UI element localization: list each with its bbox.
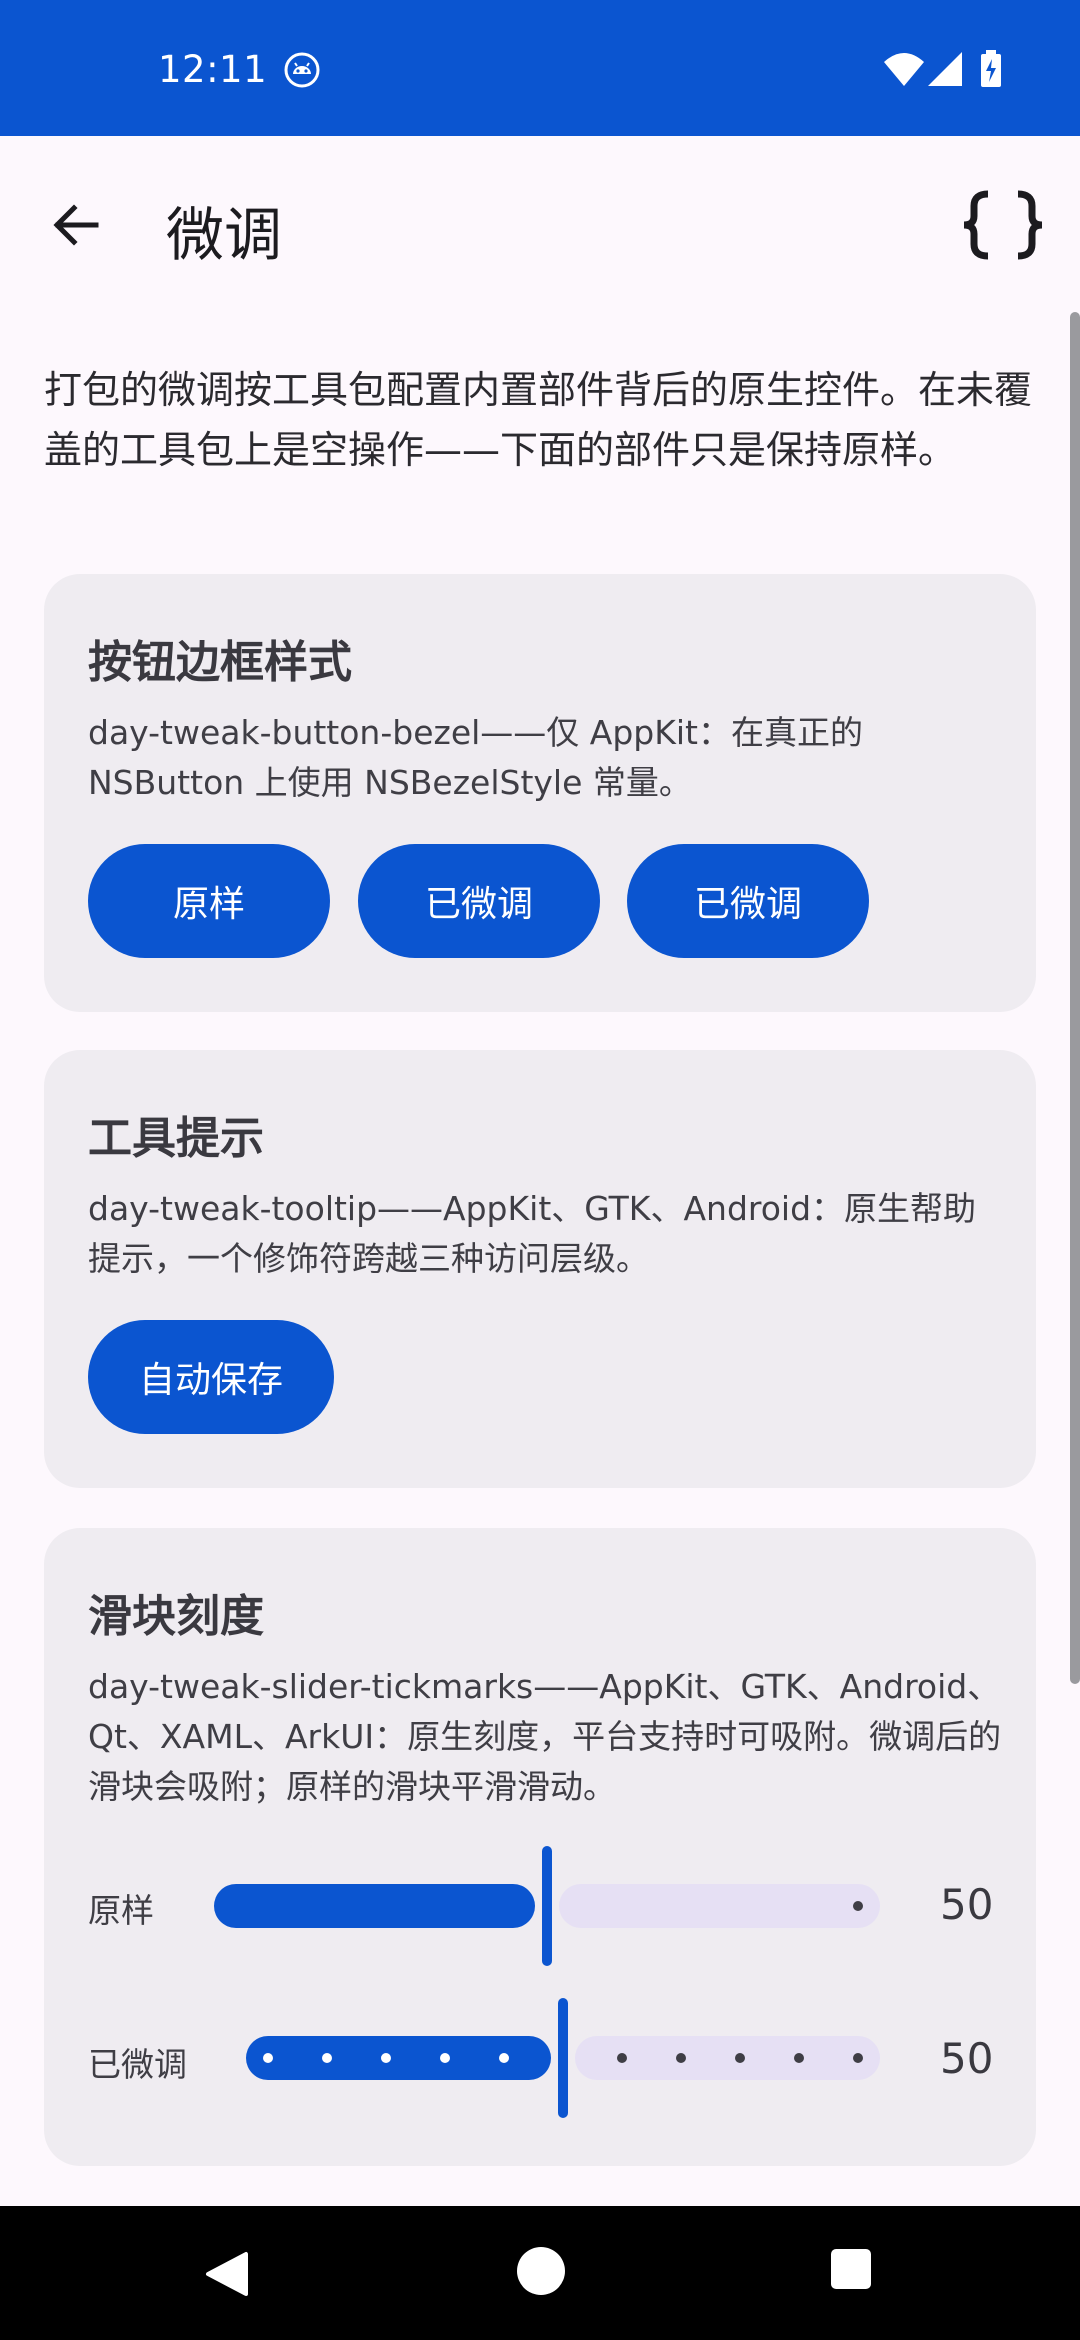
card-tooltip: 工具提示 day-tweak-tooltip——AppKit、GTK、Andro… [44, 1050, 1036, 1488]
card-description: day-tweak-tooltip——AppKit、GTK、Android：原生… [88, 1189, 977, 1278]
scrollbar[interactable] [1070, 312, 1080, 1684]
slider-stop-indicator [853, 1901, 863, 1911]
slider-tick-mark [499, 2053, 509, 2063]
page-title: 微调 [166, 201, 283, 269]
card-description: day-tweak-button-bezel——仅 AppKit：在真正的 NS… [88, 713, 864, 802]
wifi-icon [884, 53, 924, 86]
signal-icon [928, 52, 962, 86]
card-button-bezel: 按钮边框样式 day-tweak-button-bezel——仅 AppKit：… [44, 574, 1036, 1012]
nav-recents-icon[interactable] [830, 2248, 872, 2290]
card-title: 按钮边框样式 [88, 637, 352, 688]
arrow-back-icon[interactable] [44, 192, 110, 258]
slider-handle [558, 1998, 568, 2118]
nav-home-icon[interactable] [516, 2246, 566, 2296]
slider-inactive-track [559, 1884, 880, 1928]
slider-handle [542, 1846, 552, 1966]
slider-tick-mark [381, 2053, 391, 2063]
navigation-bar [0, 2206, 1080, 2340]
slider-tick-mark [853, 2053, 863, 2063]
slider-active-track [214, 1884, 535, 1928]
nav-back-icon[interactable] [202, 2250, 250, 2298]
slider-tick-mark [794, 2053, 804, 2063]
slider-tick-mark [440, 2053, 450, 2063]
status-bar: 12:11 [0, 0, 1080, 136]
battery-charging-icon [981, 50, 1001, 87]
autosave-button[interactable]: 自动保存 [88, 1320, 334, 1434]
intro-text: 打包的微调按工具包配置内置部件背后的原生控件。在未覆盖的工具包上是空操作——下面… [44, 368, 1033, 472]
button-tweaked-2[interactable]: 已微调 [627, 844, 869, 958]
card-title: 滑块刻度 [88, 1591, 264, 1642]
slider-tick-mark [676, 2053, 686, 2063]
card-title: 工具提示 [88, 1113, 264, 1164]
slider-tick-mark [735, 2053, 745, 2063]
card-description: day-tweak-slider-tickmarks——AppKit、GTK、A… [88, 1667, 1002, 1806]
slider-tweaked[interactable] [44, 1994, 964, 2124]
android-debug-icon [284, 52, 320, 88]
slider-value-tweaked: 50 [940, 2034, 994, 2083]
status-time: 12:11 [158, 48, 268, 91]
slider-value-original: 50 [940, 1880, 994, 1929]
button-original[interactable]: 原样 [88, 844, 330, 958]
button-tweaked-1[interactable]: 已微调 [358, 844, 600, 958]
slider-tick-mark [617, 2053, 627, 2063]
app-bar: 微调 [0, 136, 1080, 314]
card-slider-tickmarks: 滑块刻度 day-tweak-slider-tickmarks——AppKit、… [44, 1528, 1036, 2166]
slider-original[interactable] [44, 1842, 964, 1972]
curly-braces-icon[interactable] [958, 188, 1048, 262]
slider-tick-mark [263, 2053, 273, 2063]
slider-tick-mark [322, 2053, 332, 2063]
